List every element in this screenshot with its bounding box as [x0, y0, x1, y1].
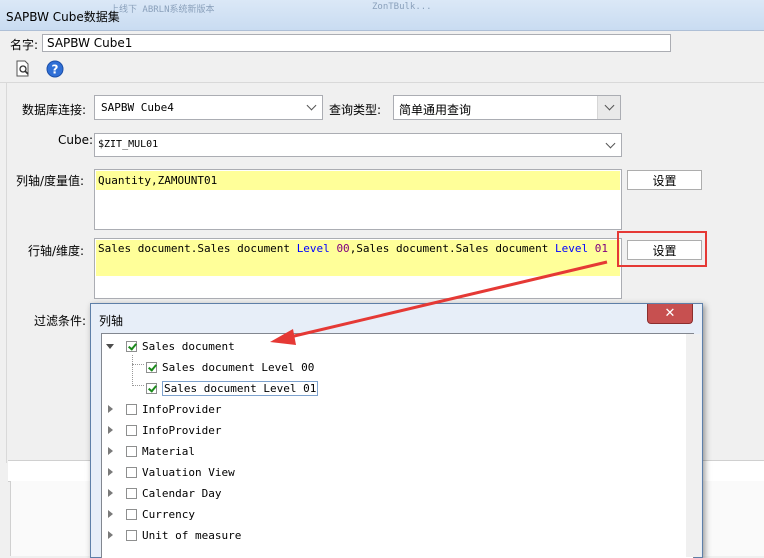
column-axis-dialog: 列轴 ✕ Sales document Sales document Level …: [90, 303, 703, 558]
tree-item[interactable]: InfoProvider: [126, 421, 221, 439]
tree-child-item[interactable]: Sales document Level 01: [146, 379, 319, 397]
expand-arrow-icon[interactable]: [108, 510, 113, 518]
tree-item-label: Sales document Level 00: [162, 360, 315, 374]
chevron-down-icon[interactable]: [598, 134, 621, 156]
dimension-number-1: 00: [336, 242, 350, 255]
expand-arrow-icon[interactable]: [108, 531, 113, 539]
tree-item[interactable]: Valuation View: [126, 463, 235, 481]
checkbox-unchecked[interactable]: [126, 487, 137, 499]
name-label: 名字:: [10, 38, 39, 52]
dimension-keyword-1: Level: [296, 242, 330, 255]
tree-child-item[interactable]: Sales document Level 00: [146, 358, 314, 376]
dimension-tree[interactable]: Sales document Sales document Level 00 Sal…: [101, 333, 694, 558]
chevron-down-icon[interactable]: [597, 96, 620, 119]
dialog-title: 列轴: [99, 314, 124, 328]
dimension-keyword-2: Level: [555, 242, 589, 255]
tree-item-label: InfoProvider: [142, 402, 222, 416]
query-type-label: 查询类型:: [329, 103, 382, 117]
filter-label: 过滤条件:: [34, 314, 87, 328]
dimension-number-2: 01: [594, 242, 608, 255]
checkbox-unchecked[interactable]: [126, 529, 137, 541]
query-type-value: 简单通用查询: [399, 103, 472, 117]
expand-arrow-icon[interactable]: [108, 489, 113, 497]
left-border: [6, 83, 7, 463]
checkbox-unchecked[interactable]: [126, 508, 137, 520]
tree-item-label: Unit of measure: [142, 528, 242, 542]
background-window-text-2: ZonTBulk...: [372, 2, 432, 12]
svg-text:?: ?: [52, 63, 59, 77]
checkbox-unchecked[interactable]: [126, 424, 137, 436]
checkbox-unchecked[interactable]: [126, 445, 137, 457]
tree-item-label: InfoProvider: [142, 423, 222, 437]
tree-connector-line: [132, 364, 144, 365]
tree-item-label: Sales document: [142, 339, 235, 353]
window-title-bar: 上线下 ABRLN系统新版本 ZonTBulk... SAPBW Cube数据集: [0, 0, 764, 31]
cube-value: $ZIT_MUL01: [98, 139, 159, 150]
db-connection-label: 数据库连接:: [22, 103, 87, 117]
collapse-arrow-icon[interactable]: [106, 344, 114, 349]
tree-item[interactable]: Material: [126, 442, 195, 460]
tree-item[interactable]: InfoProvider: [126, 400, 221, 418]
db-connection-value: SAPBW Cube4: [101, 101, 174, 114]
toolbar-divider: [0, 82, 764, 83]
expand-arrow-icon[interactable]: [108, 405, 113, 413]
dimension-text-1: Sales document.Sales document: [98, 242, 297, 255]
measure-textarea[interactable]: Quantity,ZAMOUNT01: [94, 169, 622, 230]
checkbox-checked[interactable]: [126, 340, 137, 352]
dimension-textarea[interactable]: Sales document.Sales document Level 00,S…: [94, 238, 622, 299]
dimension-label: 行轴/维度:: [28, 244, 85, 258]
dimension-text-2: ,Sales document.Sales document: [349, 242, 555, 255]
checkbox-checked[interactable]: [146, 361, 157, 373]
tree-item[interactable]: Unit of measure: [126, 526, 241, 544]
tree-item-label: Valuation View: [142, 465, 235, 479]
checkbox-unchecked[interactable]: [126, 403, 137, 415]
tree-connector-line: [132, 355, 143, 386]
tree-item-label: Calendar Day: [142, 486, 222, 500]
tree-item-label: Sales document Level 01: [162, 380, 319, 396]
measure-settings-button[interactable]: 设置: [627, 170, 702, 190]
tree-item-label: Material: [142, 444, 195, 458]
expand-arrow-icon[interactable]: [108, 447, 113, 455]
query-type-select[interactable]: 简单通用查询: [393, 95, 621, 120]
preview-icon[interactable]: [14, 60, 32, 78]
measure-value: Quantity,ZAMOUNT01: [96, 171, 620, 190]
background-window-text: 上线下 ABRLN系统新版本: [110, 5, 215, 15]
cube-select[interactable]: $ZIT_MUL01: [94, 133, 622, 157]
expand-arrow-icon[interactable]: [108, 426, 113, 434]
dimension-value: Sales document.Sales document Level 00,S…: [96, 240, 620, 276]
checkbox-unchecked[interactable]: [126, 466, 137, 478]
chevron-down-icon[interactable]: [299, 96, 322, 119]
tree-scrollbar[interactable]: [686, 334, 701, 557]
dialog-left-edge: [91, 334, 101, 557]
db-connection-select[interactable]: SAPBW Cube4: [94, 95, 323, 120]
tree-item-label: Currency: [142, 507, 195, 521]
expand-arrow-icon[interactable]: [108, 468, 113, 476]
tree-connector-line: [132, 385, 144, 386]
measure-label: 列轴/度量值:: [16, 174, 85, 188]
checkbox-checked[interactable]: [146, 382, 157, 394]
tree-item[interactable]: Currency: [126, 505, 195, 523]
close-icon[interactable]: ✕: [647, 304, 693, 324]
name-input[interactable]: SAPBW Cube1: [42, 34, 671, 52]
tree-item[interactable]: Sales document: [126, 337, 235, 355]
cube-label: Cube:: [58, 133, 94, 147]
tree-item[interactable]: Calendar Day: [126, 484, 221, 502]
highlight-box: [617, 231, 707, 267]
window-title: SAPBW Cube数据集: [6, 10, 120, 24]
help-icon[interactable]: ?: [46, 60, 64, 78]
